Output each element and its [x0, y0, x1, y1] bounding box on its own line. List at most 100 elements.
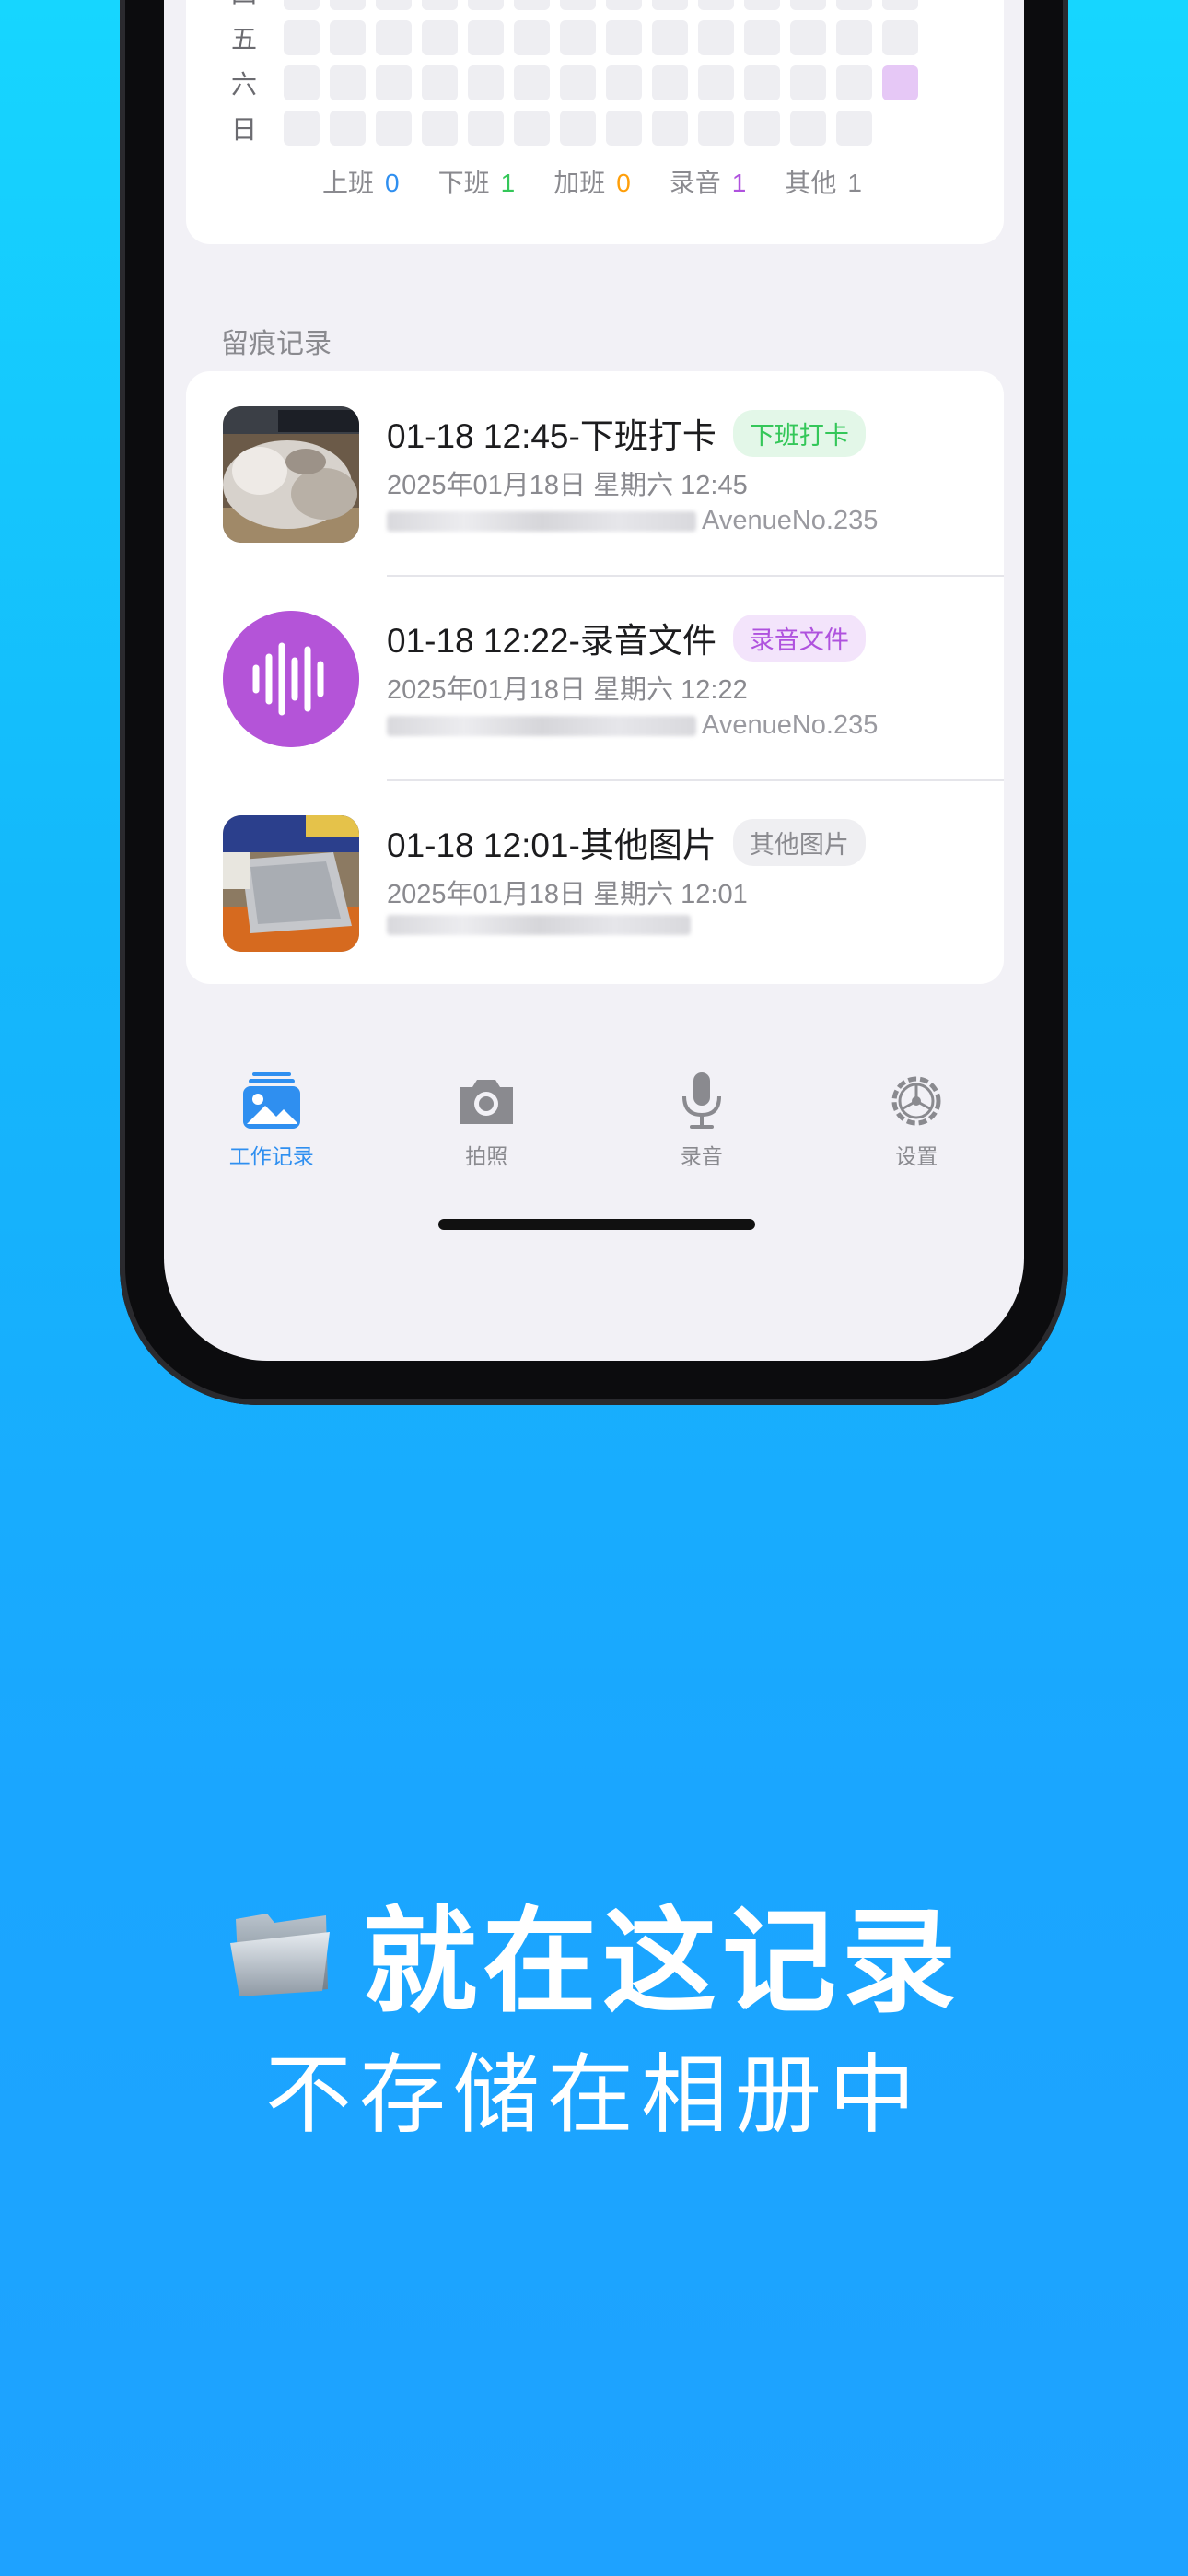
record-tag: 录音文件	[732, 615, 866, 662]
heatmap-cell	[652, 65, 688, 100]
legend-label: 上班	[322, 169, 375, 197]
heatmap-cell	[698, 0, 734, 10]
heatmap-cell	[514, 111, 550, 146]
record-title: 01-18 12:01-其他图片 其他图片	[387, 817, 866, 867]
weekday-label: 六	[230, 70, 257, 99]
heatmap-cell	[744, 65, 780, 100]
camera-icon	[460, 1080, 514, 1124]
heatmap-cell	[422, 20, 458, 55]
heatmap-cell	[790, 65, 826, 100]
list-item[interactable]: 01-18 12:45-下班打卡 下班打卡 2025年01月18日 星期六 12:…	[186, 371, 1004, 576]
heatmap-cell	[376, 111, 412, 146]
legend-item: 加班 0	[553, 163, 631, 200]
heatmap-cell	[468, 0, 504, 10]
gear-icon	[891, 1076, 941, 1126]
tab-settings[interactable]: 设置	[809, 1069, 1025, 1198]
list-item[interactable]: 01-18 12:01-其他图片 其他图片 2025年01月18日 星期六 12:…	[186, 780, 1004, 985]
heatmap-row: 六	[223, 65, 918, 100]
blurred-address	[387, 510, 696, 532]
record-date: 2025年01月18日 星期六 12:22	[387, 675, 748, 705]
heatmap-cell	[422, 65, 458, 100]
heatmap-cell	[606, 0, 642, 10]
records-list: 01-18 12:45-下班打卡 下班打卡 2025年01月18日 星期六 12:…	[186, 371, 1004, 984]
heatmap-cell	[284, 65, 320, 100]
legend-label: 下班	[437, 169, 490, 197]
heatmap-cells	[284, 20, 918, 55]
heatmap-cell	[514, 65, 550, 100]
heatmap-cells	[284, 111, 872, 146]
heatmap-cell	[606, 65, 642, 100]
tab-label: 拍照	[465, 1144, 508, 1168]
heatmap-cell	[330, 65, 366, 100]
record-tag: 其他图片	[732, 819, 866, 866]
heatmap-cell	[698, 20, 734, 55]
blurred-address	[387, 715, 696, 736]
heatmap-cell	[790, 0, 826, 10]
blurred-coordinates	[387, 915, 691, 935]
heatmap-cell	[652, 111, 688, 146]
heatmap-card: 二 三 四 五 六 日 上	[186, 0, 1004, 244]
waveform-icon	[223, 611, 359, 747]
photo-stack-icon	[242, 1072, 300, 1129]
heatmap-cell	[284, 0, 320, 10]
heatmap-cell	[790, 111, 826, 146]
weekday-label: 五	[230, 25, 257, 53]
heatmap-cell	[836, 65, 872, 100]
address-suffix: AvenueNo.235	[702, 506, 879, 535]
laptop-photo-thumbnail	[223, 815, 359, 952]
heatmap-cell	[698, 65, 734, 100]
heatmap-cell	[376, 20, 412, 55]
tab-camera[interactable]: 拍照	[379, 1069, 595, 1198]
tab-work-records[interactable]: 工作记录	[164, 1069, 379, 1198]
tab-label: 录音	[680, 1144, 723, 1168]
headline: 就在这记录	[0, 1868, 1188, 2034]
legend-label: 加班	[553, 169, 606, 197]
heatmap-cell	[376, 0, 412, 10]
address-suffix: AvenueNo.235	[702, 710, 879, 740]
legend-count: 1	[500, 169, 516, 197]
record-title-text: 01-18 12:22-录音文件	[387, 622, 716, 660]
legend-item: 其他 1	[785, 163, 862, 200]
heatmap-cell	[652, 0, 688, 10]
heatmap-row: 五	[223, 20, 918, 55]
phone-frame: 二 三 四 五 六 日 上	[120, 0, 1068, 1405]
legend-count: 0	[385, 169, 400, 197]
heatmap-cell	[468, 20, 504, 55]
heatmap-cell	[882, 20, 918, 55]
tab-label: 设置	[895, 1144, 938, 1168]
home-indicator	[438, 1219, 755, 1230]
record-title-text: 01-18 12:45-下班打卡	[387, 417, 716, 455]
tab-bar: 工作记录 拍照 录音 设置	[164, 1069, 1024, 1198]
record-address	[387, 915, 691, 935]
headline-text: 就在这记录	[362, 1899, 961, 2026]
list-item[interactable]: 01-18 12:22-录音文件 录音文件 2025年01月18日 星期六 12:…	[186, 576, 1004, 780]
heatmap-cell	[560, 20, 596, 55]
record-title: 01-18 12:22-录音文件 录音文件	[387, 613, 866, 662]
heatmap-cell	[376, 65, 412, 100]
heatmap-cell	[836, 20, 872, 55]
legend-label: 录音	[669, 169, 721, 197]
legend-count: 1	[847, 169, 862, 197]
record-title-text: 01-18 12:01-其他图片	[387, 826, 716, 864]
heatmap-cell	[606, 20, 642, 55]
record-tag: 下班打卡	[732, 410, 866, 457]
heatmap-cells	[284, 0, 918, 10]
heatmap-legend: 上班 0 下班 1 加班 0 录音 1 其他 1	[322, 163, 862, 200]
heatmap-cell	[882, 0, 918, 10]
legend-count: 0	[616, 169, 631, 197]
heatmap-cell	[744, 20, 780, 55]
heatmap-cell	[560, 0, 596, 10]
section-title: 留痕记录	[221, 329, 332, 359]
microphone-icon	[681, 1072, 721, 1129]
tab-record-audio[interactable]: 录音	[594, 1069, 809, 1198]
heatmap-cell	[422, 111, 458, 146]
record-address: AvenueNo.235	[387, 710, 878, 741]
legend-item: 录音 1	[670, 163, 747, 200]
heatmap-cell	[330, 20, 366, 55]
heatmap-cell	[468, 111, 504, 146]
heatmap-cell	[836, 111, 872, 146]
heatmap-cell	[744, 0, 780, 10]
heatmap-cell	[514, 20, 550, 55]
record-date: 2025年01月18日 星期六 12:01	[387, 880, 748, 909]
heatmap-cell	[330, 111, 366, 146]
